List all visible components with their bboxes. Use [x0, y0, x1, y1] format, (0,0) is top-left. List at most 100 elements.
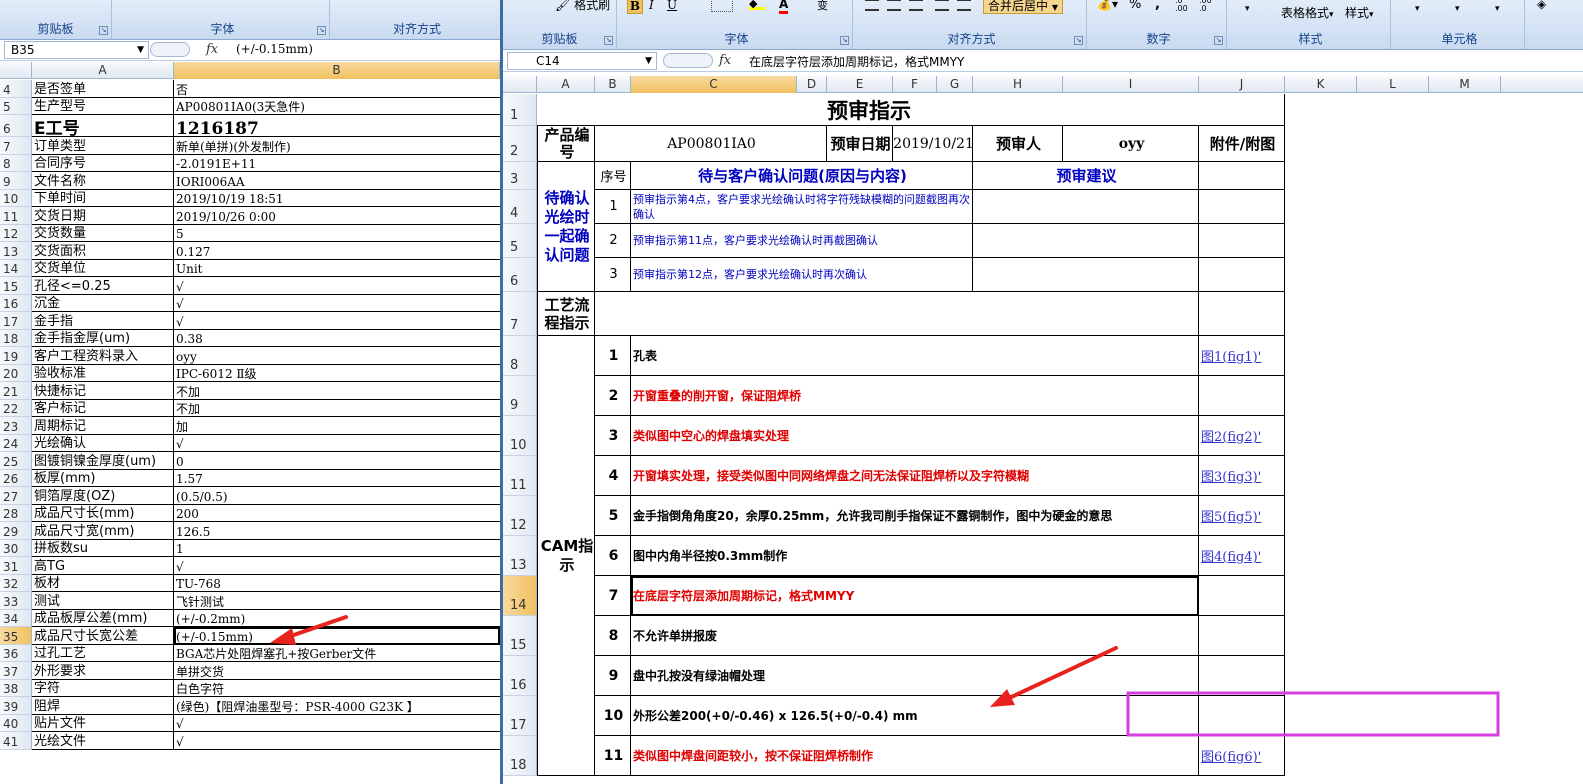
cell-b[interactable]: 1 [174, 540, 500, 557]
row-header[interactable]: 31 [0, 557, 32, 575]
fx-icon[interactable]: fx [206, 42, 218, 57]
row-header[interactable]: 38 [0, 679, 32, 697]
cam-item-text[interactable]: 外形公差200(+0/-0.46) x 126.5(+0/-0.4) mm [631, 696, 1199, 736]
row-header[interactable]: 11 [0, 207, 32, 225]
dialog-launcher-icon[interactable]: ↘ [1214, 36, 1223, 45]
cell-b[interactable]: √ [174, 295, 500, 312]
cell-b[interactable]: 白色字符 [174, 680, 500, 697]
cam-seq[interactable]: 1 [595, 336, 631, 376]
row-header[interactable]: 20 [0, 364, 32, 382]
advice-header[interactable]: 预审建议 [973, 162, 1199, 190]
cell-a[interactable]: 图镀铜镍金厚度(um) [32, 452, 174, 470]
column-header-i[interactable]: I [1063, 76, 1199, 93]
row-header[interactable]: 15 [503, 616, 537, 656]
column-header-m[interactable]: M [1429, 76, 1501, 93]
italic-button[interactable]: I [649, 0, 654, 12]
column-header-f[interactable]: F [893, 76, 937, 93]
cam-label[interactable]: CAM指示 [537, 336, 595, 776]
row-header[interactable]: 6 [503, 258, 537, 292]
cell-b[interactable]: 0.38 [174, 330, 500, 347]
cell-b[interactable]: 不加 [174, 400, 500, 417]
row-header[interactable]: 11 [503, 456, 537, 496]
fx-icon[interactable]: fx [719, 53, 731, 68]
column-header-h[interactable]: H [973, 76, 1063, 93]
cam-seq[interactable]: 10 [595, 696, 631, 736]
row-header[interactable]: 33 [0, 592, 32, 610]
row-header[interactable]: 16 [0, 294, 32, 312]
cell-a[interactable]: 下单时间 [32, 189, 174, 207]
row-header[interactable]: 29 [0, 522, 32, 540]
cell-a[interactable]: 交货单位 [32, 259, 174, 277]
cell-b[interactable]: 1.57 [174, 470, 500, 487]
confirm-seq[interactable]: 2 [595, 224, 631, 258]
cam-seq[interactable]: 11 [595, 736, 631, 776]
cell-a[interactable]: 客户工程资料录入 [32, 347, 174, 365]
cam-item-text[interactable]: 开窗填实处理，接受类似图中同网络焊盘之间无法保证阻焊桥以及字符模糊 [631, 456, 1199, 496]
confirm-seq[interactable]: 1 [595, 190, 631, 224]
confirm-header[interactable]: 待与客户确认问题(原因与内容) [631, 162, 973, 190]
cam-seq[interactable]: 5 [595, 496, 631, 536]
table-format-button[interactable]: 表格格式▾ [1281, 4, 1334, 21]
cam-item-text[interactable]: 开窗重叠的削开窗，保证阻焊桥 [631, 376, 1199, 416]
cell-style-button[interactable]: 样式▾ [1345, 4, 1374, 21]
decrease-decimal-button[interactable]: .00 .0 [1199, 0, 1219, 13]
blank-cell[interactable] [1199, 224, 1285, 258]
attach-label[interactable]: 附件/附图 [1199, 126, 1285, 162]
decrease-indent-icon[interactable] [935, 0, 949, 11]
cell-b[interactable]: AP00801IA0(3天急件) [174, 98, 500, 115]
row-header[interactable]: 26 [0, 469, 32, 487]
confirm-seq[interactable]: 3 [595, 258, 631, 292]
merge-center-button[interactable]: 合并后居中 ▼ [983, 0, 1063, 14]
cell-b[interactable]: IPC-6012 Ⅱ级 [174, 365, 500, 382]
chevron-down-icon[interactable]: ▾ [1495, 4, 1500, 14]
formula-bar-slider[interactable] [663, 53, 713, 68]
advice-cell[interactable] [973, 258, 1199, 292]
cell-a[interactable]: 文件名称 [32, 172, 174, 190]
cell-b[interactable]: BGA芯片处阻焊塞孔+按Gerber文件 [174, 645, 500, 662]
attachment-link[interactable]: 图5(fig5)' [1199, 496, 1285, 536]
attachment-link[interactable] [1199, 576, 1285, 616]
row-header[interactable]: 17 [0, 312, 32, 330]
row-header[interactable]: 35 [0, 627, 32, 645]
align-right-icon[interactable] [909, 0, 923, 11]
column-header-a[interactable]: A [32, 62, 174, 79]
column-header-l[interactable]: L [1357, 76, 1429, 93]
cell-b[interactable]: 1216187 [174, 115, 500, 137]
row-header[interactable]: 1 [503, 94, 537, 126]
cam-seq[interactable]: 9 [595, 656, 631, 696]
attachment-link[interactable]: 图2(fig2)' [1199, 416, 1285, 456]
confirm-item-text[interactable]: 预审指示第11点，客户要求光绘确认时再截图确认 [631, 224, 973, 258]
row-header[interactable]: 4 [0, 80, 32, 98]
advice-cell[interactable] [973, 224, 1199, 258]
row-header[interactable]: 12 [503, 496, 537, 536]
align-left-icon[interactable] [865, 0, 879, 11]
name-box[interactable]: B35 ▼ [4, 41, 149, 59]
row-header[interactable]: 32 [0, 574, 32, 592]
cam-seq[interactable]: 8 [595, 616, 631, 656]
format-painter-button[interactable]: 🖌 格式刷 [555, 0, 610, 13]
cam-item-text[interactable]: 在底层字符层添加周期标记，格式MMYY [631, 576, 1199, 616]
row-header[interactable]: 12 [0, 224, 32, 242]
selected-cell-b[interactable]: (+/-0.15mm) [174, 627, 500, 645]
cam-item-text[interactable]: 不允许单拼报废 [631, 616, 1199, 656]
formula-bar-slider[interactable] [150, 42, 190, 57]
cell-a[interactable]: 交货数量 [32, 224, 174, 242]
column-header-e[interactable]: E [827, 76, 893, 93]
cell-a[interactable]: 订单类型 [32, 137, 174, 155]
cell-b[interactable]: (绿色)【阻焊油墨型号：PSR-4000 G23K 】 [174, 697, 500, 715]
cell-b[interactable]: 否 [174, 80, 500, 98]
row-header[interactable]: 9 [503, 376, 537, 416]
cell-a[interactable]: 是否签单 [32, 80, 174, 98]
row-header[interactable]: 5 [503, 224, 537, 258]
row-header[interactable]: 30 [0, 539, 32, 557]
cell-a[interactable]: 生产型号 [32, 97, 174, 115]
cell-b[interactable]: √ [174, 435, 500, 452]
cam-item-text[interactable]: 金手指倒角角度20，余厚0.25mm，允许我司削手指保证不露铜制作，图中为硬金的… [631, 496, 1199, 536]
cell-b[interactable]: IORI006AA [174, 172, 500, 190]
cell-a[interactable]: 交货日期 [32, 207, 174, 225]
row-header[interactable]: 2 [503, 126, 537, 162]
row-header[interactable]: 4 [503, 190, 537, 224]
row-header[interactable]: 24 [0, 434, 32, 452]
cell-a[interactable]: 沉金 [32, 294, 174, 312]
row-header[interactable]: 14 [503, 576, 537, 616]
